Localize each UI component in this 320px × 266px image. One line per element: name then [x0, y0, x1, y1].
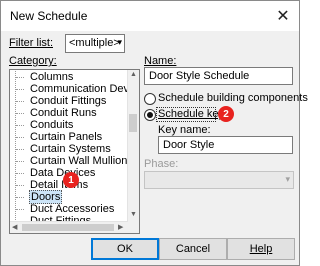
- help-button[interactable]: Help: [227, 238, 295, 260]
- phase-label: Phase:: [144, 158, 179, 170]
- category-label: Category:: [9, 55, 57, 67]
- close-icon[interactable]: ✕: [271, 5, 295, 27]
- chevron-down-icon: ▾: [285, 174, 290, 184]
- name-label: Name:: [144, 55, 176, 67]
- list-item-label: Curtain Systems: [30, 143, 111, 155]
- list-item-label: Curtain Panels: [30, 131, 103, 143]
- category-label-text: Category:: [9, 55, 57, 67]
- filter-list-label: Filter list:: [9, 37, 53, 49]
- title-bar: New Schedule ✕: [1, 1, 299, 31]
- list-item-label: Communication Devices: [30, 83, 140, 95]
- list-item-label: Conduits: [30, 119, 74, 131]
- vertical-scrollbar[interactable]: ▲ ▼: [127, 70, 139, 233]
- annotation-badge-2: 2: [218, 106, 234, 122]
- filter-list-dropdown[interactable]: <multiple> ▾: [65, 34, 125, 53]
- phase-dropdown: ▾: [144, 171, 294, 189]
- key-name-field[interactable]: Door Style: [158, 136, 293, 154]
- schedule-building-components-radio[interactable]: [144, 93, 156, 105]
- horizontal-scroll-thumb[interactable]: [22, 224, 114, 231]
- dialog-title: New Schedule: [10, 9, 88, 23]
- name-field[interactable]: Door Style Schedule: [144, 67, 293, 85]
- new-schedule-dialog: New Schedule ✕ Filter list: <multiple> ▾…: [0, 0, 308, 266]
- scroll-left-icon[interactable]: ◀: [12, 223, 17, 231]
- key-name-label: Key name:: [158, 124, 211, 136]
- name-value: Door Style Schedule: [149, 70, 250, 82]
- list-item-label: Conduit Fittings: [30, 95, 107, 107]
- ok-button[interactable]: OK: [91, 238, 159, 260]
- list-item-label: Doors: [29, 190, 63, 204]
- list-item-label: Curtain Wall Mullions: [30, 155, 133, 167]
- filter-list-value: <multiple>: [69, 37, 120, 49]
- key-name-value: Door Style: [163, 139, 215, 151]
- scroll-up-icon[interactable]: ▲: [130, 71, 137, 78]
- scroll-right-icon[interactable]: ▶: [118, 223, 123, 231]
- annotation-badge-1: 1: [63, 172, 79, 188]
- cancel-button[interactable]: Cancel: [159, 238, 227, 260]
- scroll-down-icon[interactable]: ▼: [130, 211, 137, 218]
- name-label-text: Name:: [144, 55, 177, 67]
- horizontal-scrollbar[interactable]: ◀ ▶: [10, 221, 128, 233]
- schedule-keys-radio[interactable]: [144, 109, 156, 121]
- category-list[interactable]: Columns Communication Devices Conduit Fi…: [9, 69, 140, 234]
- vertical-scroll-thumb[interactable]: [129, 114, 137, 132]
- list-item-label: Duct Accessories: [30, 203, 115, 215]
- help-button-label: Help: [249, 243, 273, 255]
- chevron-down-icon: ▾: [117, 37, 122, 47]
- list-item-label: Conduit Runs: [30, 107, 97, 119]
- schedule-building-components-label[interactable]: Schedule building components: [158, 92, 308, 104]
- list-item-label: Columns: [30, 71, 74, 83]
- filter-list-label-text: Filter list:: [9, 37, 53, 49]
